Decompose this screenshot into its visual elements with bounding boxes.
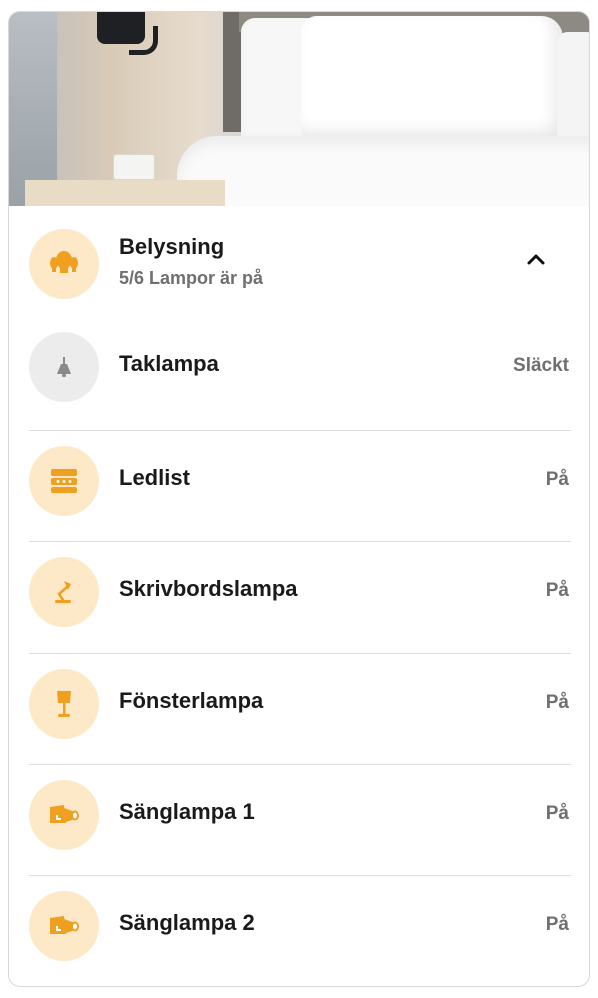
lamp-state: På: [545, 914, 569, 935]
desk-lamp-icon: [29, 557, 99, 627]
lamp-row-sanglampa-1[interactable]: Sänglampa 1 På: [9, 765, 589, 876]
lighting-group-header[interactable]: Belysning 5/6 Lampor är på: [9, 206, 589, 316]
lamp-row-taklampa[interactable]: Taklampa Släckt: [9, 317, 589, 428]
spotlight-icon: [29, 780, 99, 850]
lamp-state: Släckt: [513, 355, 569, 376]
group-title: Belysning: [119, 234, 225, 259]
lamp-name: Skrivbordslampa: [119, 576, 298, 601]
lamp-state: På: [545, 692, 569, 713]
light-bulbs-icon: [29, 229, 99, 299]
spotlight-icon: [29, 891, 99, 961]
lamp-row-skrivbordslampa[interactable]: Skrivbordslampa På: [9, 542, 589, 653]
led-strip-icon: [29, 446, 99, 516]
lamp-row-sanglampa-2[interactable]: Sänglampa 2 På: [9, 876, 589, 986]
lamp-row-ledlist[interactable]: Ledlist På: [9, 431, 589, 542]
lamp-name: Sänglampa 2: [119, 910, 255, 935]
lamp-state: På: [545, 803, 569, 824]
ceiling-lamp-icon: [29, 332, 99, 402]
lamp-state: På: [545, 580, 569, 601]
floor-lamp-icon: [29, 669, 99, 739]
chevron-up-icon[interactable]: [523, 246, 549, 272]
bedroom-photo: [9, 12, 589, 206]
lamp-name: Fönsterlampa: [119, 688, 264, 713]
lamp-name: Sänglampa 1: [119, 799, 255, 824]
lamp-state: På: [545, 469, 569, 490]
lamp-name: Taklampa: [119, 351, 219, 376]
group-status: 5/6 Lampor är på: [119, 268, 264, 288]
lamp-row-fonsterlampa[interactable]: Fönsterlampa På: [9, 654, 589, 765]
lighting-card: Belysning 5/6 Lampor är på Taklampa Släc…: [8, 11, 590, 987]
lamp-name: Ledlist: [119, 465, 190, 490]
